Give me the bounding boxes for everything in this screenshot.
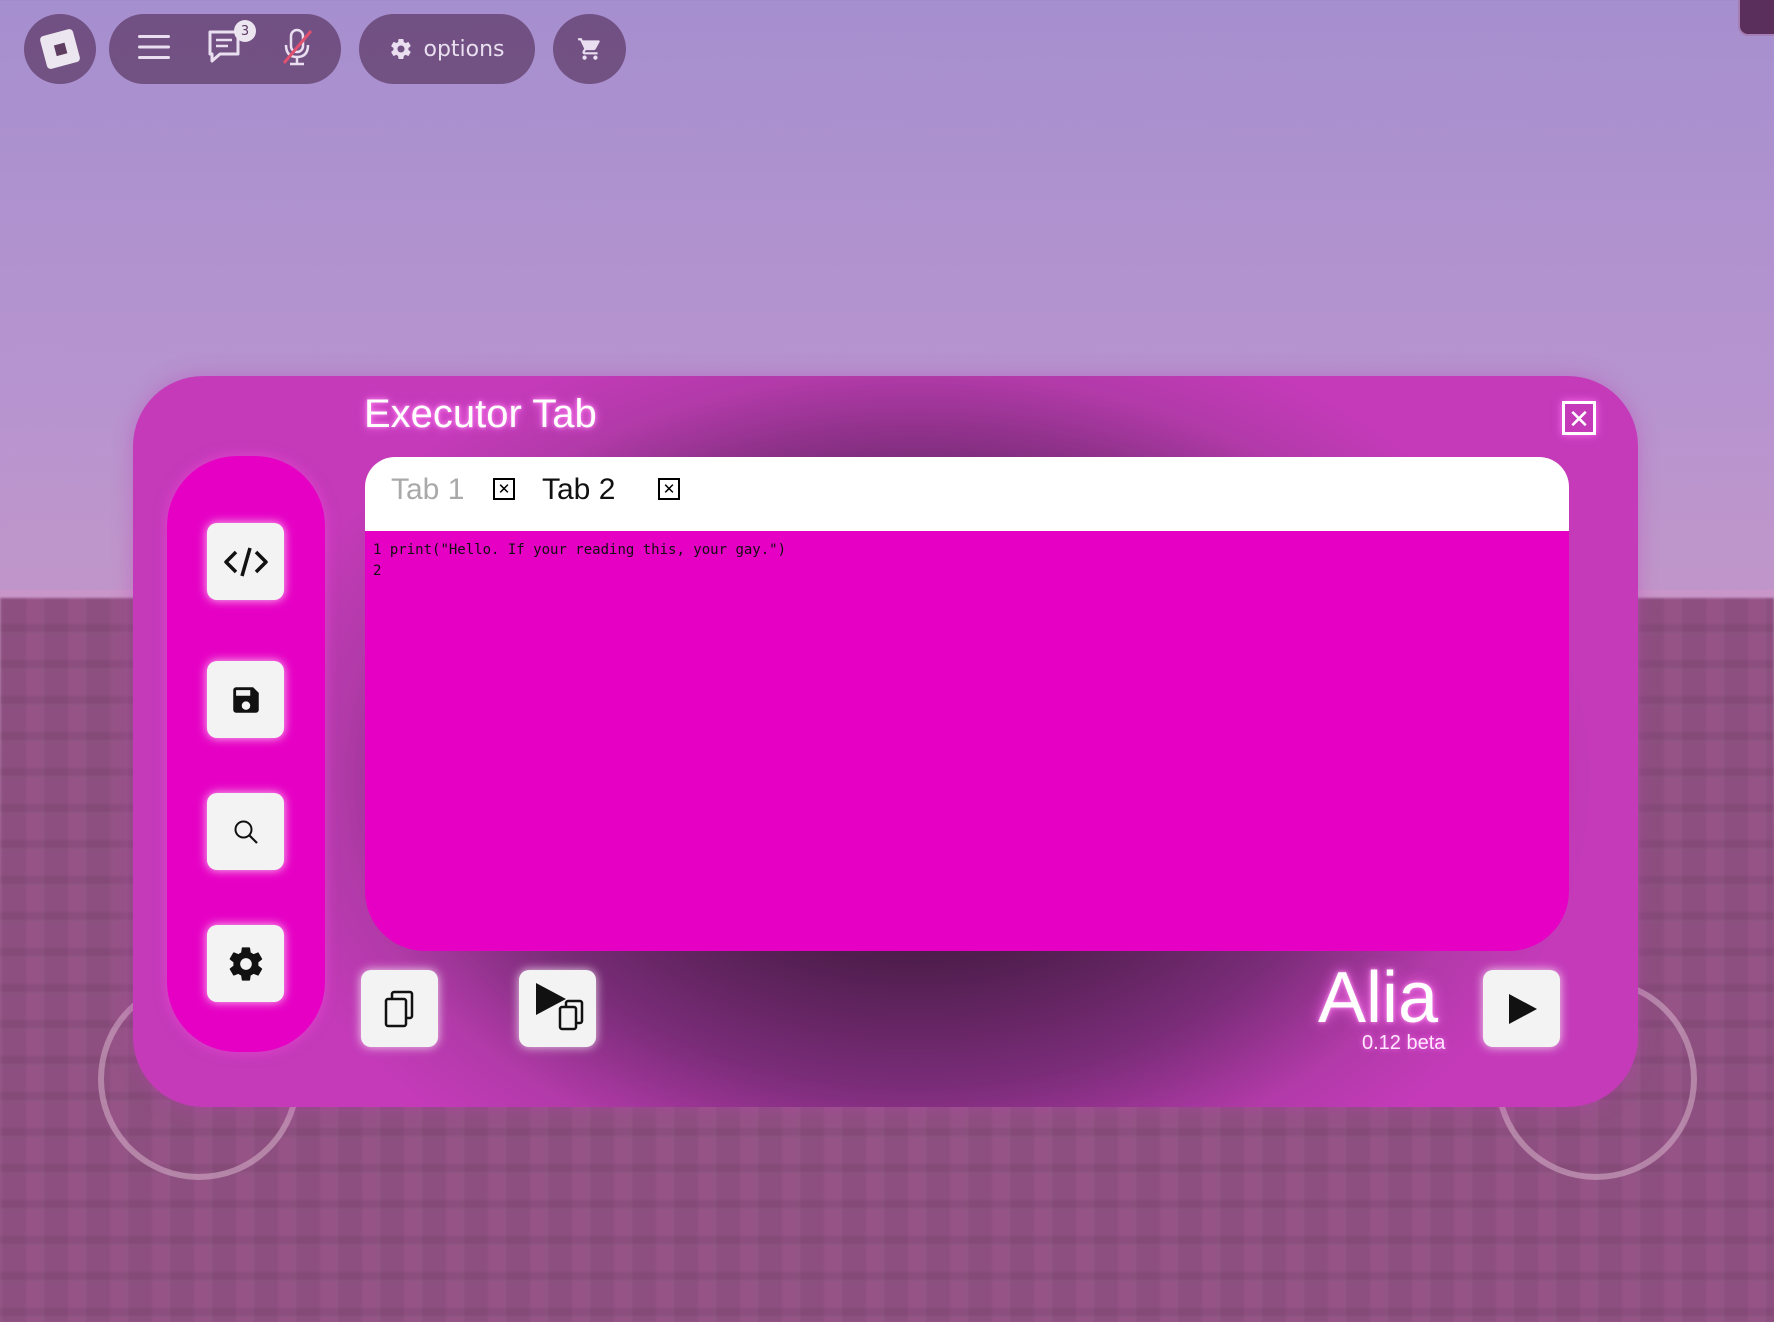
code-editor[interactable]: 1 print("Hello. If your reading this, yo…: [365, 531, 1569, 951]
save-icon: [232, 686, 259, 713]
executor-tab-button[interactable]: [207, 523, 284, 600]
version-label: 0.12 beta: [1362, 1032, 1446, 1054]
options-label: options: [423, 36, 505, 62]
line-number: 1: [373, 542, 382, 558]
line-number: 2: [373, 563, 382, 579]
play-icon: [1508, 993, 1537, 1024]
code-text: print("Hello. If your reading this, your…: [389, 542, 787, 558]
code-line: 1 print("Hello. If your reading this, yo…: [373, 542, 786, 558]
shop-button[interactable]: [553, 14, 626, 84]
tab-2[interactable]: Tab 2: [542, 473, 615, 507]
tab-bar: Tab 1 ✕ Tab 2 ✕: [365, 457, 1569, 531]
roblox-menu-button[interactable]: [24, 14, 96, 84]
search-icon: [234, 820, 258, 844]
copy-button[interactable]: [361, 970, 438, 1047]
cart-icon: [577, 38, 600, 60]
save-tab-button[interactable]: [207, 661, 284, 738]
play-copy-icon: [535, 982, 583, 1030]
close-tab-1-button[interactable]: ✕: [493, 478, 515, 500]
code-icon: [223, 547, 268, 576]
hamburger-menu-icon[interactable]: [136, 32, 172, 66]
close-icon: ✕: [497, 479, 511, 498]
topbar-group: 3: [109, 14, 341, 84]
gear-icon: [391, 39, 412, 59]
close-icon: ✕: [662, 479, 676, 498]
gear-icon: [229, 946, 262, 981]
close-icon: ✕: [1568, 405, 1590, 435]
window-title: Executor Tab: [364, 392, 597, 436]
microphone-muted-icon[interactable]: [280, 27, 314, 71]
copy-icon: [384, 990, 413, 1027]
roblox-logo-icon: [39, 28, 81, 70]
execute-button[interactable]: [1483, 970, 1560, 1047]
brand-name: Alia: [1318, 958, 1439, 1038]
options-button[interactable]: options: [359, 14, 535, 84]
tab-1[interactable]: Tab 1: [391, 473, 464, 507]
corner-button[interactable]: [1738, 0, 1774, 36]
code-line: 2: [373, 563, 390, 579]
chat-badge: 3: [234, 20, 256, 42]
search-tab-button[interactable]: [207, 793, 284, 870]
settings-tab-button[interactable]: [207, 925, 284, 1002]
close-window-button[interactable]: ✕: [1562, 401, 1596, 435]
chat-button[interactable]: 3: [206, 20, 256, 70]
close-tab-2-button[interactable]: ✕: [658, 478, 680, 500]
execute-clipboard-button[interactable]: [519, 970, 596, 1047]
